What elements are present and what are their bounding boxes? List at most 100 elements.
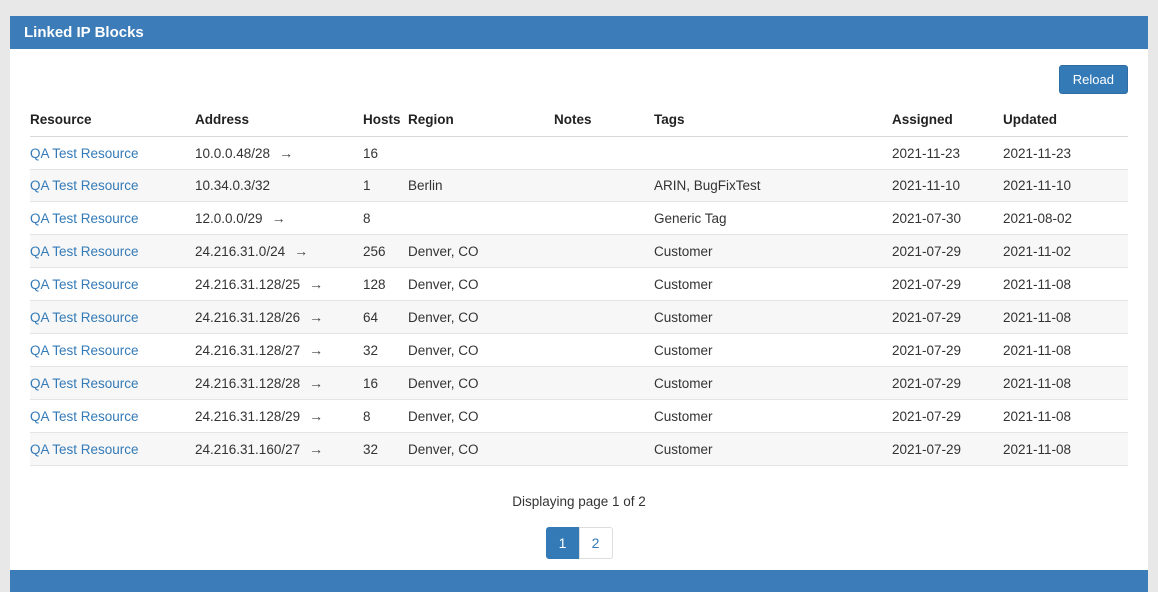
cell-region: Denver, CO [408, 433, 554, 466]
arrow-right-icon[interactable]: → [294, 243, 308, 259]
ip-address-text: 24.216.31.128/27 [195, 343, 300, 358]
page-button-1[interactable]: 1 [546, 527, 580, 559]
resource-link[interactable]: QA Test Resource [30, 146, 139, 161]
ip-address-text: 10.34.0.3/32 [195, 178, 270, 193]
ip-address-text: 24.216.31.128/26 [195, 310, 300, 325]
cell-tags: Customer [654, 400, 892, 433]
cell-notes [554, 170, 654, 202]
cell-region [408, 137, 554, 170]
cell-notes [554, 433, 654, 466]
cell-notes [554, 235, 654, 268]
cell-updated: 2021-08-02 [1003, 202, 1128, 235]
cell-notes [554, 367, 654, 400]
panel-header: Linked IP Blocks [10, 16, 1148, 49]
cell-updated: 2021-11-08 [1003, 367, 1128, 400]
cell-updated: 2021-11-10 [1003, 170, 1128, 202]
cell-region: Denver, CO [408, 268, 554, 301]
cell-tags: Customer [654, 433, 892, 466]
ip-address-text: 24.216.31.0/24 [195, 244, 285, 259]
cell-hosts: 8 [363, 400, 408, 433]
column-header-region: Region [408, 104, 554, 137]
table-row: QA Test Resource 12.0.0.0/29 → 8 Generic … [30, 202, 1128, 235]
cell-notes [554, 301, 654, 334]
cell-assigned: 2021-07-29 [892, 367, 1003, 400]
cell-region: Denver, CO [408, 235, 554, 268]
cell-tags: Customer [654, 268, 892, 301]
panel-title: Linked IP Blocks [24, 24, 144, 41]
arrow-right-icon[interactable]: → [309, 342, 323, 358]
cell-assigned: 2021-07-30 [892, 202, 1003, 235]
arrow-right-icon[interactable]: → [272, 210, 286, 226]
resource-link[interactable]: QA Test Resource [30, 442, 139, 457]
cell-updated: 2021-11-08 [1003, 433, 1128, 466]
arrow-right-icon[interactable]: → [309, 309, 323, 325]
table-row: QA Test Resource 24.216.31.128/26→ 64 De… [30, 301, 1128, 334]
arrow-right-icon[interactable]: → [309, 408, 323, 424]
cell-region: Denver, CO [408, 400, 554, 433]
cell-assigned: 2021-07-29 [892, 334, 1003, 367]
cell-hosts: 32 [363, 334, 408, 367]
pagination: 1 2 [546, 527, 613, 559]
linked-ip-blocks-panel: Linked IP Blocks Reload Resource Address… [10, 16, 1148, 592]
arrow-right-icon[interactable]: → [309, 276, 323, 292]
cell-assigned: 2021-07-29 [892, 400, 1003, 433]
cell-updated: 2021-11-08 [1003, 400, 1128, 433]
cell-assigned: 2021-07-29 [892, 301, 1003, 334]
cell-region: Denver, CO [408, 334, 554, 367]
cell-tags: Customer [654, 235, 892, 268]
reload-button[interactable]: Reload [1059, 65, 1128, 94]
resource-link[interactable]: QA Test Resource [30, 310, 139, 325]
ip-address-text: 24.216.31.128/25 [195, 277, 300, 292]
resource-link[interactable]: QA Test Resource [30, 244, 139, 259]
cell-hosts: 1 [363, 170, 408, 202]
ip-address-text: 24.216.31.128/28 [195, 376, 300, 391]
table-row: QA Test Resource 24.216.31.128/28→ 16 De… [30, 367, 1128, 400]
cell-region [408, 202, 554, 235]
toolbar: Reload [30, 49, 1128, 104]
ip-blocks-table-body: QA Test Resource 10.0.0.48/28→ 16 2021-1… [30, 137, 1128, 466]
cell-updated: 2021-11-08 [1003, 301, 1128, 334]
table-row: QA Test Resource 24.216.31.128/29→ 8 Den… [30, 400, 1128, 433]
column-header-hosts: Hosts [363, 104, 408, 137]
arrow-right-icon[interactable]: → [309, 441, 323, 457]
column-header-updated: Updated [1003, 104, 1128, 137]
panel-footer [10, 570, 1148, 592]
panel-body: Reload Resource Address Hosts Region Not… [10, 49, 1148, 570]
cell-assigned: 2021-07-29 [892, 268, 1003, 301]
cell-updated: 2021-11-08 [1003, 334, 1128, 367]
column-header-resource: Resource [30, 104, 195, 137]
resource-link[interactable]: QA Test Resource [30, 211, 139, 226]
column-header-assigned: Assigned [892, 104, 1003, 137]
cell-hosts: 32 [363, 433, 408, 466]
cell-tags: ARIN, BugFixTest [654, 170, 892, 202]
cell-notes [554, 202, 654, 235]
table-row: QA Test Resource 10.34.0.3/32 1 Berlin A… [30, 170, 1128, 202]
resource-link[interactable]: QA Test Resource [30, 343, 139, 358]
cell-assigned: 2021-07-29 [892, 433, 1003, 466]
cell-notes [554, 334, 654, 367]
ip-address-text: 12.0.0.0/29 [195, 211, 263, 226]
resource-link[interactable]: QA Test Resource [30, 376, 139, 391]
cell-assigned: 2021-11-10 [892, 170, 1003, 202]
page-button-2[interactable]: 2 [579, 527, 613, 559]
cell-tags: Customer [654, 301, 892, 334]
cell-region: Denver, CO [408, 367, 554, 400]
ip-address-text: 10.0.0.48/28 [195, 146, 270, 161]
arrow-right-icon[interactable]: → [279, 145, 293, 161]
column-header-notes: Notes [554, 104, 654, 137]
ip-address-text: 24.216.31.160/27 [195, 442, 300, 457]
table-row: QA Test Resource 24.216.31.128/25→ 128 D… [30, 268, 1128, 301]
cell-updated: 2021-11-08 [1003, 268, 1128, 301]
cell-assigned: 2021-07-29 [892, 235, 1003, 268]
cell-region: Denver, CO [408, 301, 554, 334]
cell-hosts: 8 [363, 202, 408, 235]
table-header-row: Resource Address Hosts Region Notes Tags… [30, 104, 1128, 137]
cell-notes [554, 268, 654, 301]
cell-notes [554, 400, 654, 433]
cell-tags: Generic Tag [654, 202, 892, 235]
arrow-right-icon[interactable]: → [309, 375, 323, 391]
resource-link[interactable]: QA Test Resource [30, 178, 139, 193]
cell-region: Berlin [408, 170, 554, 202]
resource-link[interactable]: QA Test Resource [30, 277, 139, 292]
resource-link[interactable]: QA Test Resource [30, 409, 139, 424]
